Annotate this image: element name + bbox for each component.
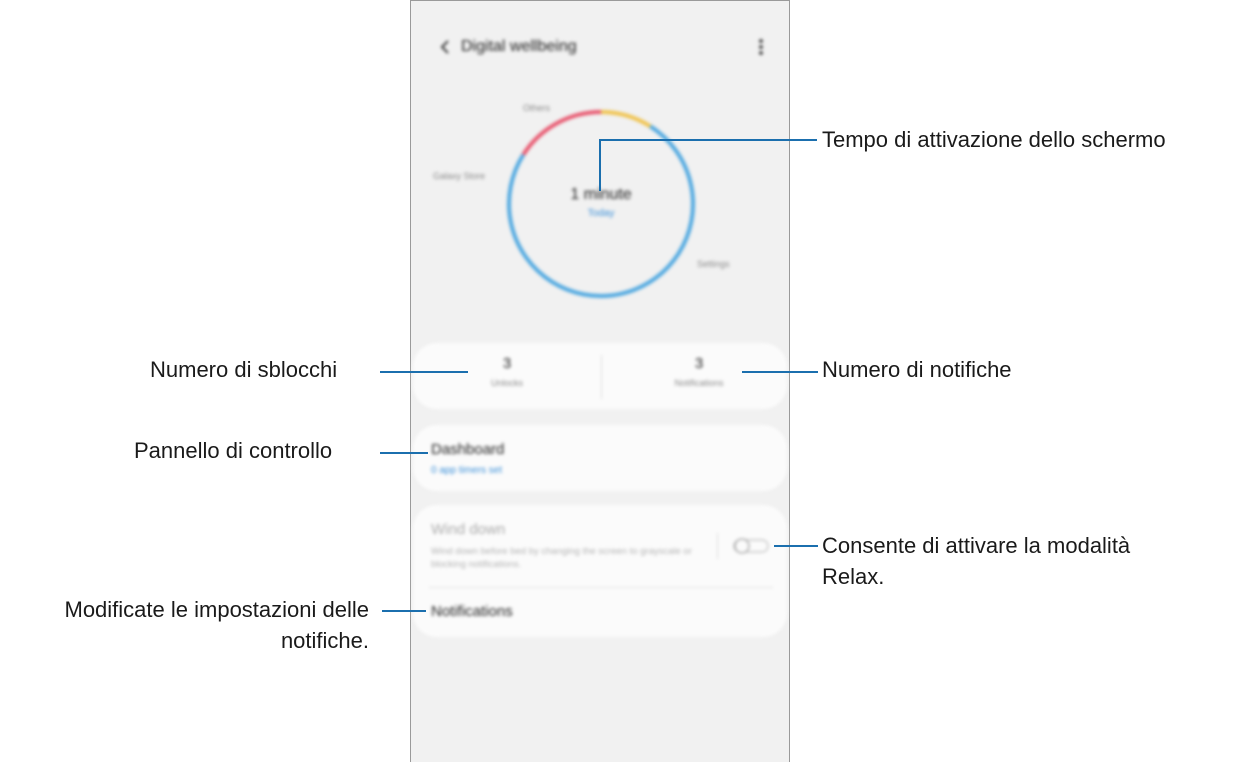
wind-down-card: Wind down Wind down before bed by changi… (413, 505, 787, 637)
dashboard-subtitle: 0 app timers set (431, 465, 503, 476)
callout-notification-settings-line-1: Modificate le impostazioni delle (64, 597, 370, 622)
more-options-icon[interactable] (749, 35, 773, 59)
notifications-count: 3 (694, 355, 704, 372)
donut-label-others: Others (523, 103, 551, 113)
stats-divider (601, 355, 602, 399)
notifications-settings-item[interactable]: Notifications (431, 603, 513, 620)
back-arrow-icon[interactable] (433, 35, 457, 59)
donut-label-galaxy-store: Galaxy Store (433, 171, 486, 181)
wind-down-divider (717, 533, 718, 559)
callout-line-notifications (742, 371, 818, 373)
stats-card: 3 Unlocks 3 Notifications (413, 343, 787, 409)
dashboard-card[interactable]: Dashboard 0 app timers set (413, 425, 787, 491)
wind-down-title[interactable]: Wind down (431, 521, 505, 538)
callout-wind-down-line-1: Consente di attivare la modalità (822, 533, 1131, 558)
unlocks-count: 3 (502, 355, 512, 372)
callout-line-dashboard (380, 452, 428, 454)
callout-notification-settings-line-2: notifiche. (280, 628, 369, 653)
donut-center: 1 minute Today (501, 186, 701, 219)
card-divider (429, 587, 773, 588)
wind-down-description: Wind down before bed by changing the scr… (431, 546, 692, 570)
wind-down-toggle[interactable] (733, 537, 769, 555)
dashboard-title: Dashboard (431, 441, 505, 458)
callout-line-unlocks (380, 371, 468, 373)
app-title: Digital wellbeing (461, 38, 577, 55)
callout-screen-time: Tempo di attivazione dello schermo (822, 127, 1166, 152)
callout-line-screen-time (599, 139, 817, 141)
unlocks-label: Unlocks (490, 378, 523, 388)
notifications-label: Notifications (674, 378, 724, 388)
callout-wind-down-line-2: Relax. (822, 564, 885, 589)
callout-line-notification-settings (382, 610, 426, 612)
screen-time-period[interactable]: Today (501, 208, 701, 219)
donut-segment-galaxy-store (521, 110, 602, 156)
screen-time-value: 1 minute (570, 186, 632, 203)
notifications-stat[interactable]: 3 Notifications (639, 355, 759, 388)
donut-label-settings: Settings (697, 259, 730, 269)
phone-screen: Digital wellbeing Others Galaxy Store Se… (410, 0, 790, 762)
callout-line-screen-time-vertical (599, 139, 601, 191)
callout-line-wind-down (774, 545, 818, 547)
callout-unlocks: Numero di sblocchi (150, 357, 338, 382)
callout-notifications: Numero di notifiche (822, 357, 1012, 382)
callout-dashboard: Pannello di controllo (134, 438, 333, 463)
donut-segment-others (600, 110, 652, 129)
app-bar: Digital wellbeing (411, 27, 789, 67)
